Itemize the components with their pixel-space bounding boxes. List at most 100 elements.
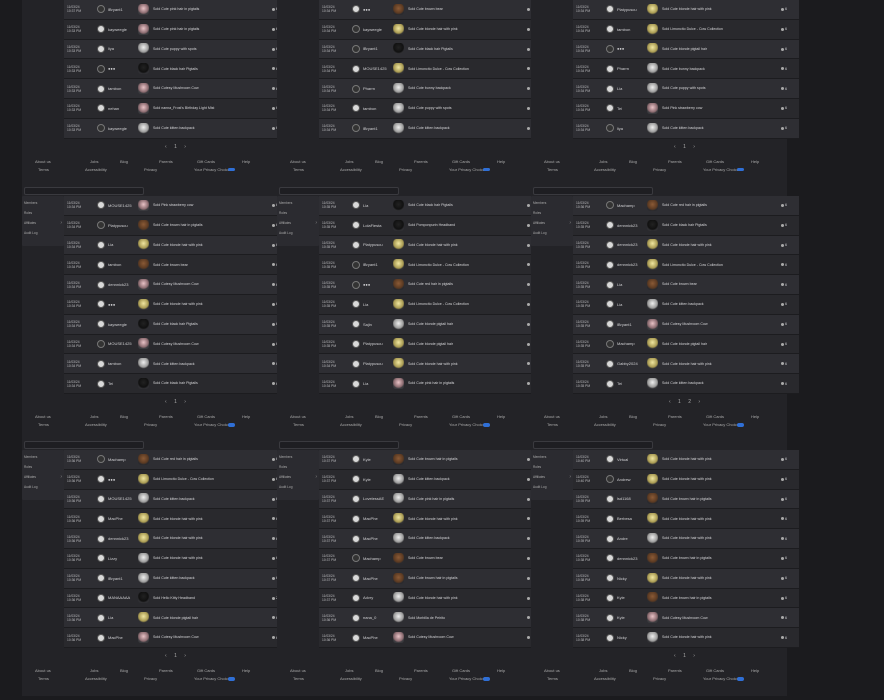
item-description[interactable]: Sold Cute black hair Pigtails [658, 223, 781, 227]
footer-link[interactable]: Parents [159, 414, 173, 419]
item-thumbnail-icon[interactable] [138, 473, 149, 485]
username[interactable]: nehan [105, 106, 137, 111]
sidebar-item[interactable]: Audit Log [531, 228, 573, 238]
avatar[interactable] [352, 124, 360, 133]
footer-link[interactable]: Your Privacy Choices [449, 422, 487, 427]
avatar[interactable] [606, 574, 614, 583]
footer-link[interactable]: Blog [629, 668, 637, 673]
avatar[interactable] [97, 300, 105, 309]
sidebar-item[interactable]: Affiliates [277, 472, 319, 482]
item-thumbnail-icon[interactable] [647, 23, 658, 35]
username[interactable]: dennnick23 [105, 282, 137, 287]
avatar[interactable] [606, 201, 614, 210]
item-thumbnail-icon[interactable] [647, 219, 658, 231]
avatar[interactable] [97, 260, 105, 269]
sidebar-item[interactable]: Affiliates [22, 218, 64, 228]
item-thumbnail-icon[interactable] [138, 612, 149, 624]
item-thumbnail-icon[interactable] [647, 493, 658, 505]
item-thumbnail-icon[interactable] [138, 102, 149, 114]
item-thumbnail-icon[interactable] [393, 298, 404, 310]
item-thumbnail-icon[interactable] [393, 318, 404, 330]
avatar[interactable] [352, 455, 360, 464]
item-thumbnail-icon[interactable] [647, 279, 658, 291]
item-thumbnail-icon[interactable] [138, 572, 149, 584]
sidebar-item[interactable]: Roles [22, 462, 64, 472]
avatar[interactable] [352, 280, 360, 289]
avatar[interactable] [352, 574, 360, 583]
avatar[interactable] [97, 104, 105, 113]
item-description[interactable]: Sold Limoncito Dulce - Cow Collection [149, 477, 272, 481]
item-description[interactable]: Sold Cute blonde hair with pink [658, 457, 781, 461]
avatar[interactable] [606, 554, 614, 563]
item-thumbnail-icon[interactable] [647, 572, 658, 584]
username[interactable]: ●●● [360, 7, 392, 12]
username[interactable]: ●●● [614, 46, 646, 51]
search-input[interactable] [279, 441, 399, 449]
avatar[interactable] [97, 5, 105, 14]
item-description[interactable]: Sold Cute brown bear [404, 556, 527, 560]
username[interactable]: Tei [105, 381, 137, 386]
footer-link[interactable]: Terms [547, 422, 558, 427]
item-description[interactable]: Sold Cute kitten backpack [404, 477, 527, 481]
item-description[interactable]: Sold Cute blonde hair with pink [404, 362, 527, 366]
avatar[interactable] [97, 593, 105, 602]
footer-link[interactable]: Help [242, 414, 250, 419]
item-description[interactable]: Sold Cute blonde hair with pink [404, 243, 527, 247]
avatar[interactable] [97, 633, 105, 642]
footer-link[interactable]: Terms [293, 422, 304, 427]
item-thumbnail-icon[interactable] [393, 572, 404, 584]
username[interactable]: Machamp [614, 341, 646, 346]
avatar[interactable] [97, 44, 105, 53]
footer-link[interactable]: Terms [547, 676, 558, 681]
item-description[interactable]: Sold Cute brown hair in pigtails [404, 576, 527, 580]
sidebar-item[interactable]: Members [531, 198, 573, 208]
avatar[interactable] [97, 221, 105, 230]
avatar[interactable] [97, 613, 105, 622]
footer-link[interactable]: Privacy [399, 422, 412, 427]
username[interactable]: Machamp [105, 457, 137, 462]
item-description[interactable]: Sold Cute blonde hair with pink [658, 576, 781, 580]
username[interactable]: Machamp [614, 203, 646, 208]
username[interactable]: Advry [360, 595, 392, 600]
item-description[interactable]: Sold Morbilla de Peirito [404, 616, 527, 620]
item-thumbnail-icon[interactable] [647, 3, 658, 15]
username[interactable]: MacPhe [360, 635, 392, 640]
username[interactable]: liya [614, 126, 646, 131]
item-description[interactable]: Sold Cute puppy with spots [149, 47, 272, 51]
avatar[interactable] [606, 339, 614, 348]
item-description[interactable]: Sold nanna_Frost's Birthday Light Mist [149, 106, 272, 110]
item-thumbnail-icon[interactable] [393, 473, 404, 485]
username[interactable]: Lia [614, 282, 646, 287]
avatar[interactable] [97, 379, 105, 388]
footer-link[interactable]: Jobs [599, 159, 607, 164]
username[interactable]: MOUSE1425 [105, 341, 137, 346]
item-thumbnail-icon[interactable] [393, 279, 404, 291]
footer-link[interactable]: Help [751, 414, 759, 419]
avatar[interactable] [97, 64, 105, 73]
footer-link[interactable]: Blog [629, 414, 637, 419]
avatar[interactable] [352, 475, 360, 484]
avatar[interactable] [352, 534, 360, 543]
item-description[interactable]: Sold Cute brown bear [149, 263, 272, 267]
sidebar-item[interactable]: Audit Log [531, 482, 573, 492]
item-thumbnail-icon[interactable] [393, 199, 404, 211]
footer-link[interactable]: Terms [38, 676, 49, 681]
item-description[interactable]: Sold Cute blonde pigtail hair [404, 342, 527, 346]
sidebar-item[interactable]: Members [22, 198, 64, 208]
item-description[interactable]: Sold Cute brown hair in pigtails [404, 457, 527, 461]
avatar[interactable] [352, 5, 360, 14]
footer-link[interactable]: About us [35, 159, 51, 164]
item-description[interactable]: Sold Cute red hair in pigtails [658, 203, 781, 207]
footer-link[interactable]: Your Privacy Choices [703, 167, 741, 172]
item-description[interactable]: Sold Cute black hair Pigtails [404, 203, 527, 207]
item-thumbnail-icon[interactable] [647, 612, 658, 624]
footer-link[interactable]: About us [290, 414, 306, 419]
search-input[interactable] [279, 187, 399, 195]
footer-link[interactable]: Parents [414, 159, 428, 164]
privacy-toggle-icon[interactable] [737, 423, 744, 427]
search-input[interactable] [24, 441, 144, 449]
item-description[interactable]: Sold Cute kitten backpack [149, 576, 272, 580]
username[interactable]: lBryant1 [360, 46, 392, 51]
item-description[interactable]: Sold Cute blonde hair with pink [149, 517, 272, 521]
username[interactable]: Andre [614, 536, 646, 541]
